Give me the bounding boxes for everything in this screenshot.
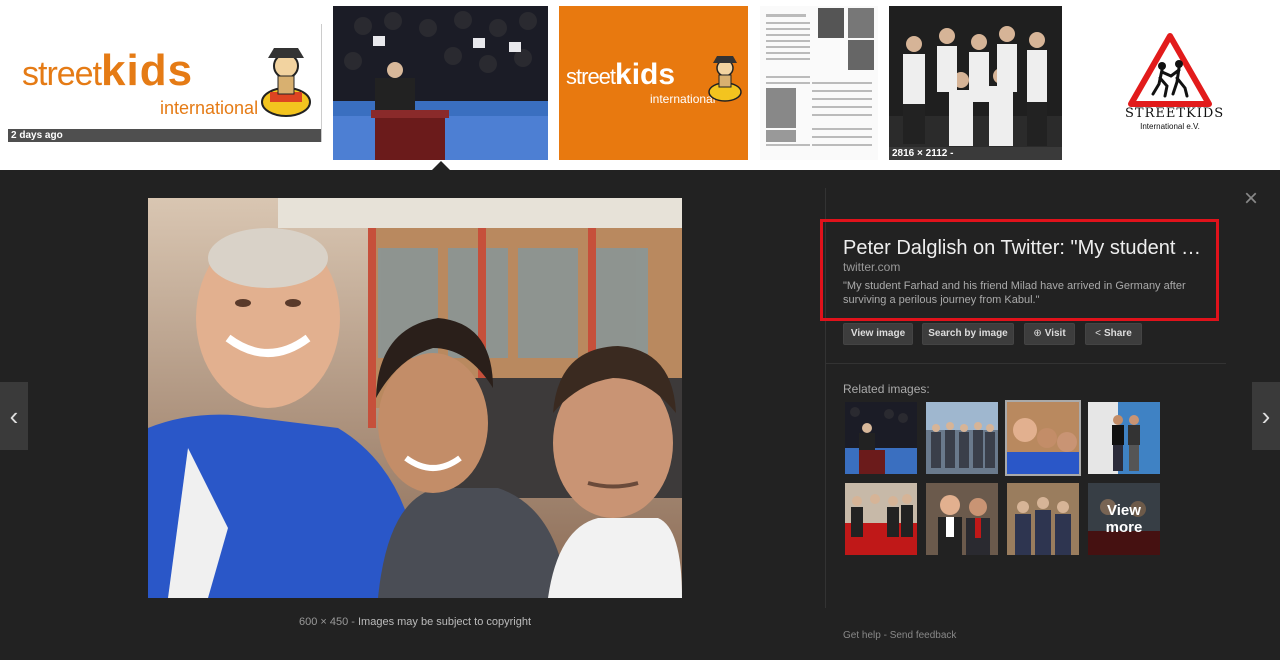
share-icon: <: [1095, 328, 1102, 339]
streetkids-ev-text: STREETKIDS: [1125, 106, 1225, 121]
search-by-image-button[interactable]: Search by image: [922, 323, 1014, 345]
next-arrow-button[interactable]: ›: [1252, 382, 1280, 450]
result-description: "My student Farhad and his friend Milad …: [843, 280, 1186, 306]
thumbnail-caption: 2816 × 2112 - globalcitizenshipawar...: [889, 147, 1062, 160]
view-image-button[interactable]: View image: [843, 323, 913, 345]
result-domain[interactable]: twitter.com: [843, 260, 900, 274]
result-thumbnail-1[interactable]: streetkids international 2 days ago: [8, 24, 322, 142]
related-view-more-button[interactable]: View more: [1088, 483, 1160, 555]
result-thumbnail-5[interactable]: 2816 × 2112 - globalcitizenshipawar...: [889, 6, 1062, 160]
logo-international-text: international: [650, 92, 716, 106]
result-title-link[interactable]: Peter Dalglish on Twitter: "My student F…: [843, 237, 1213, 260]
close-icon[interactable]: ×: [1240, 187, 1262, 211]
send-feedback-link[interactable]: Send feedback: [890, 630, 957, 641]
related-thumb-group-uniform: [926, 402, 998, 474]
result-thumbnail-3[interactable]: streetkids international: [559, 6, 748, 160]
panel-footer: Get help - Send feedback: [843, 630, 956, 641]
warning-triangle-icon: [1128, 33, 1212, 107]
logo-street-text: street: [22, 55, 102, 93]
search-by-image-label: Search by image: [928, 328, 1008, 339]
get-help-link[interactable]: Get help: [843, 630, 881, 641]
selected-pointer: [432, 161, 450, 170]
related-images-label: Related images:: [843, 382, 930, 396]
related-image-3-selected[interactable]: [1005, 400, 1081, 476]
footer-separator: -: [880, 630, 890, 641]
related-image-7[interactable]: [1007, 483, 1079, 555]
share-button[interactable]: < Share: [1085, 323, 1142, 345]
related-thumb-event-red: [845, 483, 917, 555]
document-page-preview: [760, 6, 878, 160]
prev-arrow-button[interactable]: ‹: [0, 382, 28, 450]
result-thumbnail-4[interactable]: [760, 6, 878, 160]
selfie-photo: [148, 198, 682, 598]
streetkids-logo: streetkids international: [22, 46, 258, 118]
related-image-2[interactable]: [926, 402, 998, 474]
view-more-line1: View: [1107, 502, 1141, 519]
result-thumbnail-2[interactable]: [333, 6, 548, 160]
podium-photo: [333, 6, 548, 160]
view-image-label: View image: [850, 328, 906, 339]
related-image-4[interactable]: [1088, 402, 1160, 474]
image-preview-panel: ‹ › 600 × 450 - Images may be subject to…: [0, 170, 1280, 660]
image-dimensions: 600 × 450: [298, 616, 349, 628]
main-preview-image[interactable]: [148, 198, 682, 598]
group-photo: [889, 6, 1062, 160]
related-thumb-two-people: [1088, 402, 1160, 474]
related-thumb-podium: [845, 402, 917, 474]
streetkids-logo-white: streetkids international: [566, 58, 715, 106]
image-dimensions-line: 600 × 450 - Images may be subject to cop…: [0, 616, 830, 628]
globe-icon: ⊕: [1033, 328, 1042, 339]
related-thumb-selfie: [1007, 402, 1079, 474]
share-label: Share: [1104, 328, 1132, 339]
related-image-5[interactable]: [845, 483, 917, 555]
view-more-line2: more: [1105, 519, 1143, 536]
result-thumbnail-6[interactable]: STREETKIDS International e.V.: [1075, 6, 1265, 160]
thumbnail-caption: 2 days ago: [8, 129, 321, 142]
related-thumb-three-men: [1007, 483, 1079, 555]
separator: -: [348, 616, 358, 628]
related-thumb-two-men: [926, 483, 998, 555]
logo-kids-text: kids: [101, 46, 194, 95]
mascot-icon: [708, 56, 742, 102]
view-more-overlay: View more: [1088, 483, 1160, 555]
logo-street-text: street: [566, 64, 616, 89]
logo-international-text: international: [160, 98, 259, 118]
chevron-right-icon: ›: [1261, 400, 1271, 431]
related-image-6[interactable]: [926, 483, 998, 555]
logo-kids-text: kids: [615, 58, 676, 91]
visit-button[interactable]: ⊕ Visit: [1024, 323, 1075, 345]
copyright-notice: Images may be subject to copyright: [358, 616, 532, 628]
section-divider: [826, 363, 1226, 364]
related-image-1[interactable]: [845, 402, 917, 474]
image-results-strip: streetkids international 2 days ago stre…: [0, 0, 1280, 170]
mascot-icon: [261, 48, 311, 117]
results-continuation: [0, 660, 1280, 672]
chevron-left-icon: ‹: [9, 400, 19, 431]
visit-label: Visit: [1044, 328, 1066, 339]
streetkids-ev-subtext: International e.V.: [1140, 122, 1200, 131]
